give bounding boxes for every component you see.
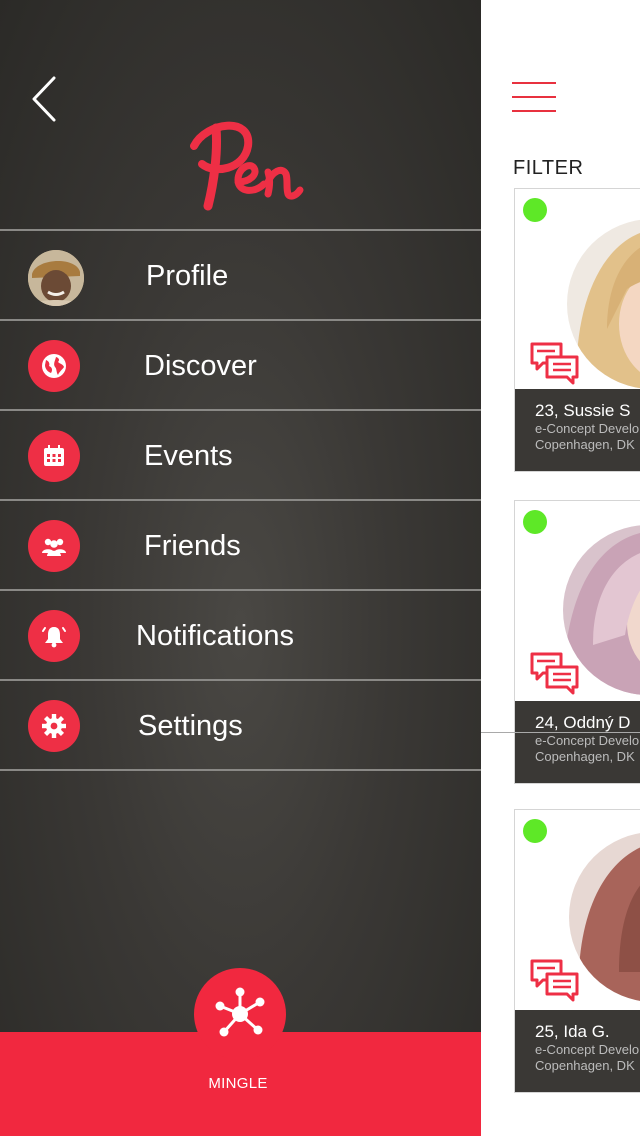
profile-card[interactable]: 23, Sussie S e-Concept Develo Copenhagen… [514, 188, 640, 472]
menu-item-events[interactable]: Events [0, 411, 481, 501]
card-info: 23, Sussie S e-Concept Develo Copenhagen… [515, 389, 640, 471]
avatar [28, 250, 84, 306]
chat-icon[interactable] [529, 341, 581, 387]
menu-label-settings: Settings [138, 710, 243, 742]
divider [474, 732, 640, 733]
menu-item-settings[interactable]: Settings [0, 681, 481, 771]
online-indicator [523, 510, 547, 534]
card-name: 23, Sussie S [535, 401, 631, 420]
calendar-icon [28, 430, 80, 482]
people-icon [28, 520, 80, 572]
menu-label-notifications: Notifications [136, 620, 294, 652]
chat-icon[interactable] [529, 651, 581, 697]
mingle-label: MINGLE [208, 1075, 268, 1092]
network-icon [215, 987, 265, 1037]
bell-icon [28, 610, 80, 662]
menu-label-discover: Discover [144, 350, 257, 382]
card-job: e-Concept Develo [535, 1042, 640, 1057]
online-indicator [523, 819, 547, 843]
card-name: 24, Oddný D [535, 713, 631, 732]
chevron-left-icon[interactable] [28, 74, 62, 124]
card-job: e-Concept Develo [535, 421, 640, 436]
profile-card[interactable]: 24, Oddný D e-Concept Develo Copenhagen,… [514, 500, 640, 784]
card-info: 25, Ida G. e-Concept Develo Copenhagen, … [515, 1010, 640, 1092]
menu-label-profile: Profile [146, 260, 229, 292]
card-job: e-Concept Develo [535, 733, 640, 748]
main-content: FILTER 23, Sussie S e-Concept Develo Cop… [480, 0, 640, 1136]
profile-card[interactable]: 25, Ida G. e-Concept Develo Copenhagen, … [514, 809, 640, 1093]
online-indicator [523, 198, 547, 222]
card-location: Copenhagen, DK [535, 749, 635, 764]
drawer-menu: Profile Discover Events Friends Notifica… [0, 229, 481, 771]
menu-item-notifications[interactable]: Notifications [0, 591, 481, 681]
gear-icon [28, 700, 80, 752]
card-info: 24, Oddný D e-Concept Develo Copenhagen,… [515, 701, 640, 783]
mingle-button[interactable] [194, 968, 286, 1060]
globe-icon [28, 340, 80, 392]
filter-button[interactable]: FILTER [513, 157, 583, 180]
card-name: 25, Ida G. [535, 1022, 610, 1041]
menu-item-friends[interactable]: Friends [0, 501, 481, 591]
side-drawer: Profile Discover Events Friends Notifica… [0, 0, 481, 1136]
menu-label-friends: Friends [144, 530, 241, 562]
menu-item-profile[interactable]: Profile [0, 231, 481, 321]
chat-icon[interactable] [529, 958, 581, 1004]
app-logo [190, 121, 304, 211]
card-location: Copenhagen, DK [535, 437, 635, 452]
menu-item-discover[interactable]: Discover [0, 321, 481, 411]
menu-label-events: Events [144, 440, 233, 472]
card-location: Copenhagen, DK [535, 1058, 635, 1073]
hamburger-icon[interactable] [512, 80, 556, 116]
